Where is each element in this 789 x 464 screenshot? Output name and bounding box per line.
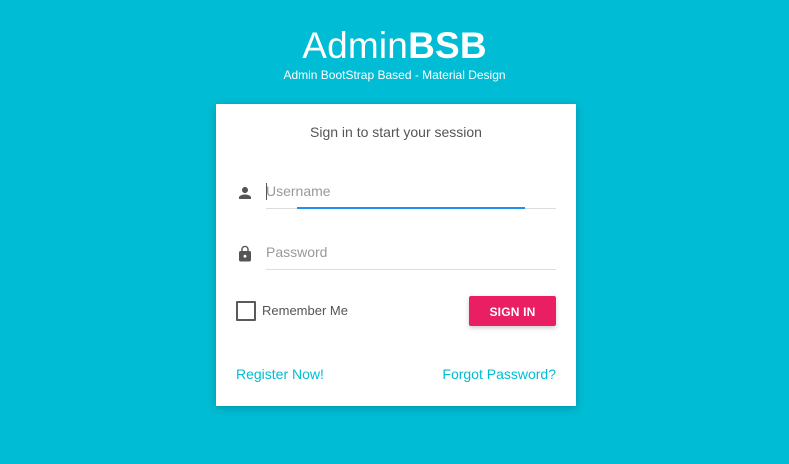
lock-icon xyxy=(236,245,254,263)
brand-title-regular: Admin xyxy=(302,25,409,66)
remember-me-label[interactable]: Remember Me xyxy=(262,303,348,318)
brand-header: AdminBSB Admin BootStrap Based - Materia… xyxy=(0,24,789,82)
remember-me-checkbox[interactable] xyxy=(236,301,256,321)
sign-in-button[interactable]: SIGN IN xyxy=(469,296,556,326)
password-underline xyxy=(266,269,556,270)
username-field xyxy=(236,174,556,214)
brand-title-bold: BSB xyxy=(408,25,487,66)
login-message: Sign in to start your session xyxy=(310,124,482,140)
login-card: Sign in to start your session R xyxy=(216,104,576,406)
username-input[interactable] xyxy=(266,180,554,202)
brand-logo-text: AdminBSB xyxy=(0,24,789,68)
username-focus-underline xyxy=(297,207,525,209)
password-input[interactable] xyxy=(266,241,554,263)
forgot-password-link[interactable]: Forgot Password? xyxy=(442,366,556,382)
login-page: AdminBSB Admin BootStrap Based - Materia… xyxy=(0,0,789,464)
person-icon xyxy=(236,184,254,202)
password-field xyxy=(236,235,556,275)
text-caret xyxy=(266,183,267,200)
brand-subtitle: Admin BootStrap Based - Material Design xyxy=(283,68,506,82)
register-link[interactable]: Register Now! xyxy=(236,366,324,382)
